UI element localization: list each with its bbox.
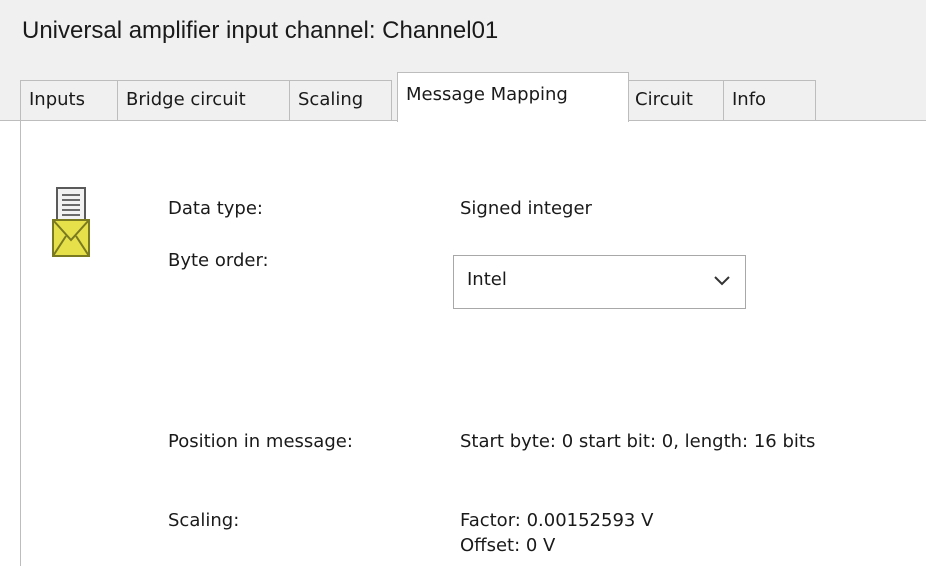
scaling-label: Scaling:: [168, 510, 240, 531]
tab-message-mapping[interactable]: Message Mapping: [397, 72, 629, 122]
scaling-offset: Offset: 0 V: [460, 535, 556, 556]
tab-circuit[interactable]: Circuit: [626, 80, 725, 120]
panel-border: [20, 121, 21, 566]
tab-bridge-circuit[interactable]: Bridge circuit: [117, 80, 290, 120]
scaling-factor: Factor: 0.00152593 V: [460, 510, 654, 531]
window-title: Universal amplifier input channel: Chann…: [22, 17, 499, 44]
tab-inputs[interactable]: Inputs: [20, 80, 118, 120]
byte-order-label: Byte order:: [168, 250, 269, 271]
chevron-down-icon: [714, 276, 730, 286]
position-label: Position in message:: [168, 431, 353, 452]
tab-strip: Inputs Bridge circuit Scaling Message Ma…: [0, 72, 926, 122]
byte-order-dropdown[interactable]: Intel: [453, 255, 746, 309]
tab-scaling[interactable]: Scaling: [289, 80, 392, 120]
tab-info[interactable]: Info: [723, 80, 816, 120]
byte-order-selected: Intel: [467, 269, 507, 290]
data-type-value: Signed integer: [460, 198, 592, 219]
tab-content-panel: [0, 121, 926, 566]
data-type-label: Data type:: [168, 198, 263, 219]
position-value: Start byte: 0 start bit: 0, length: 16 b…: [460, 431, 816, 452]
message-envelope-icon: [52, 187, 90, 257]
